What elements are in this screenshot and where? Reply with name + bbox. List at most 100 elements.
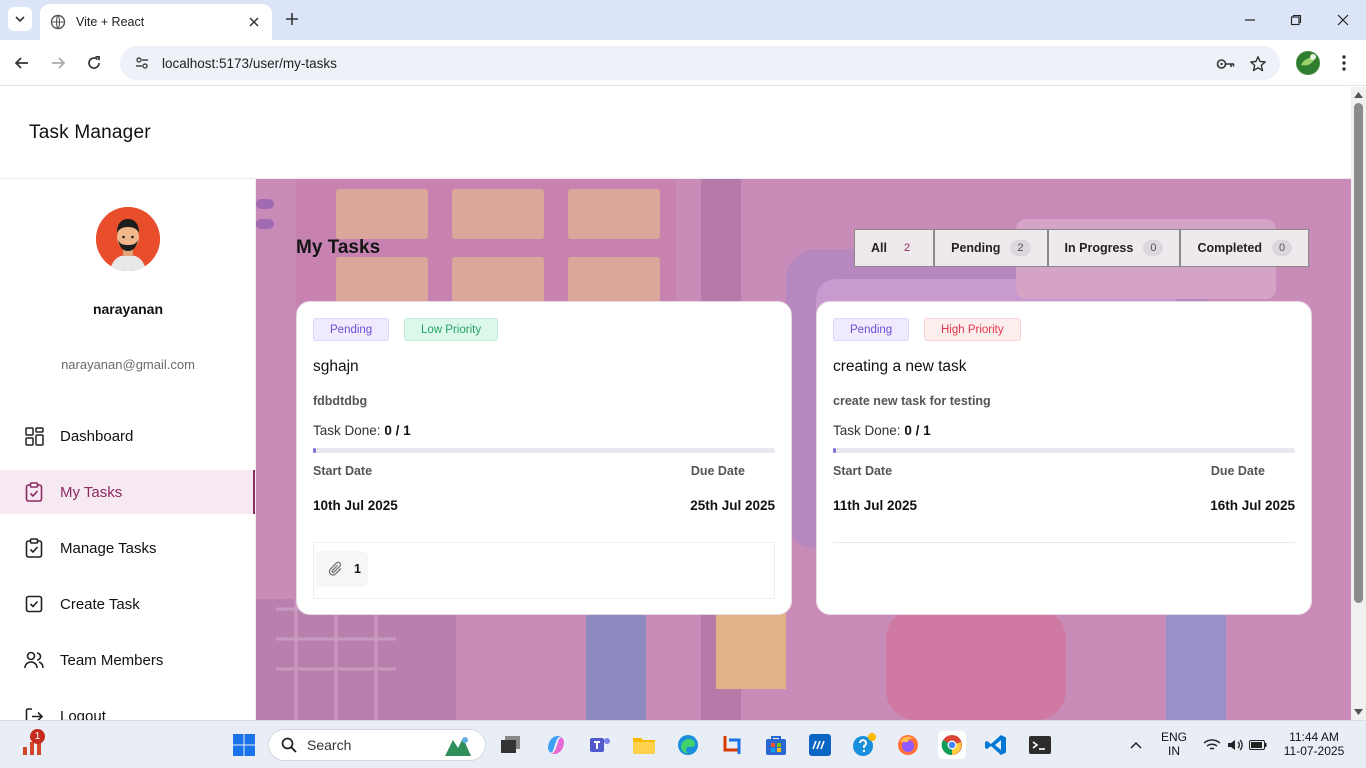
address-bar[interactable]: localhost:5173/user/my-tasks bbox=[120, 46, 1280, 80]
tab-pending[interactable]: Pending 2 bbox=[934, 229, 1048, 267]
search-icon bbox=[281, 737, 297, 753]
reload-icon bbox=[88, 55, 100, 69]
attachments-button[interactable]: 1 bbox=[316, 551, 368, 587]
task-done-value: 0 / 1 bbox=[904, 423, 931, 438]
close-icon bbox=[249, 17, 259, 27]
sidebar-item-create-task[interactable]: Create Task bbox=[0, 582, 255, 626]
start-button[interactable] bbox=[230, 731, 258, 759]
tab-title: Vite + React bbox=[76, 15, 145, 29]
square-check-icon bbox=[24, 594, 44, 614]
start-date-value: 10th Jul 2025 bbox=[313, 498, 398, 513]
paperclip-icon bbox=[328, 561, 342, 576]
language-indicator[interactable]: ENG IN bbox=[1156, 730, 1192, 758]
copilot-button[interactable] bbox=[542, 731, 570, 759]
wifi-icon bbox=[1203, 739, 1221, 750]
scroll-up-icon[interactable] bbox=[1354, 91, 1363, 99]
battery-icon bbox=[1249, 740, 1267, 750]
terminal-button[interactable] bbox=[1026, 731, 1054, 759]
kebab-menu-icon bbox=[1342, 55, 1346, 71]
store-button[interactable] bbox=[762, 731, 790, 759]
app-title: Task Manager bbox=[29, 122, 151, 143]
start-date-label: Start Date bbox=[833, 464, 893, 478]
region-code: IN bbox=[1168, 744, 1180, 758]
profile-avatar-button[interactable] bbox=[1296, 51, 1320, 75]
user-avatar bbox=[96, 207, 160, 271]
close-icon bbox=[1337, 14, 1349, 26]
myhp-icon bbox=[809, 734, 831, 756]
bookmark-button[interactable] bbox=[1248, 54, 1268, 74]
clock[interactable]: 11:44 AM 11-07-2025 bbox=[1276, 730, 1352, 758]
attachment-count: 1 bbox=[354, 562, 361, 576]
sidebar-item-label: Dashboard bbox=[60, 427, 134, 445]
minimize-icon bbox=[1245, 19, 1255, 21]
edge-icon bbox=[678, 735, 698, 755]
task-progress-fill bbox=[313, 448, 316, 453]
scroll-down-icon[interactable] bbox=[1354, 708, 1363, 716]
teams-button[interactable] bbox=[586, 731, 614, 759]
show-hidden-icons-button[interactable] bbox=[1122, 731, 1150, 759]
sidebar-item-team-members[interactable]: Team Members bbox=[0, 638, 255, 682]
snipping-tool-button[interactable] bbox=[718, 731, 746, 759]
file-explorer-button[interactable] bbox=[630, 731, 658, 759]
edge-button[interactable] bbox=[674, 731, 702, 759]
task-view-button[interactable] bbox=[497, 731, 525, 759]
myhp-button[interactable] bbox=[806, 731, 834, 759]
task-progress-bar bbox=[833, 448, 1295, 453]
page-title: My Tasks bbox=[296, 237, 381, 258]
sidebar-item-label: My Tasks bbox=[60, 483, 123, 501]
tab-count: 2 bbox=[1010, 240, 1031, 256]
help-button[interactable] bbox=[850, 731, 878, 759]
restore-button[interactable] bbox=[1286, 10, 1306, 30]
status-filter-tabs: All 2 Pending 2 In Progress 0 Completed … bbox=[854, 229, 1310, 267]
logout-icon bbox=[24, 706, 44, 720]
clipboard-check-icon bbox=[24, 482, 44, 502]
tab-all[interactable]: All 2 bbox=[854, 229, 935, 267]
back-button[interactable] bbox=[11, 52, 33, 74]
site-info-icon[interactable] bbox=[134, 55, 150, 71]
page-scrollbar[interactable] bbox=[1351, 87, 1366, 720]
tab-label: Pending bbox=[951, 241, 1001, 255]
task-card[interactable]: Pending Low Priority sghajn fdbdtdbg Tas… bbox=[296, 301, 792, 615]
browser-menu-button[interactable] bbox=[1334, 52, 1354, 74]
tab-count: 0 bbox=[1143, 240, 1164, 256]
browser-tab[interactable]: Vite + React bbox=[40, 4, 272, 40]
star-icon bbox=[1250, 56, 1266, 72]
start-date-value: 11th Jul 2025 bbox=[833, 498, 918, 513]
firefox-icon bbox=[898, 735, 918, 755]
tab-search-button[interactable] bbox=[8, 7, 32, 31]
new-tab-button[interactable] bbox=[283, 10, 301, 28]
close-window-button[interactable] bbox=[1333, 10, 1353, 30]
url-text[interactable]: localhost:5173/user/my-tasks bbox=[162, 56, 337, 71]
task-card[interactable]: Pending High Priority creating a new tas… bbox=[816, 301, 1312, 615]
scrollbar-thumb[interactable] bbox=[1354, 103, 1363, 603]
task-done-label: Task Done: bbox=[313, 423, 381, 438]
minimize-button[interactable] bbox=[1240, 10, 1260, 30]
folder-icon bbox=[633, 738, 655, 754]
tab-count: 0 bbox=[1272, 240, 1293, 256]
sidebar-item-logout[interactable]: Logout bbox=[0, 694, 255, 720]
password-key-button[interactable] bbox=[1216, 54, 1236, 74]
snipping-icon bbox=[723, 736, 741, 754]
reload-button[interactable] bbox=[83, 52, 105, 74]
sidebar-item-my-tasks[interactable]: My Tasks bbox=[0, 470, 255, 514]
key-icon bbox=[1216, 59, 1235, 69]
tab-in-progress[interactable]: In Progress 0 bbox=[1047, 229, 1181, 267]
firefox-button[interactable] bbox=[894, 731, 922, 759]
sidebar-item-manage-tasks[interactable]: Manage Tasks bbox=[0, 526, 255, 570]
tab-completed[interactable]: Completed 0 bbox=[1180, 229, 1310, 267]
main-content: My Tasks All 2 Pending 2 In Progress 0 C… bbox=[256, 179, 1351, 720]
tab-label: Completed bbox=[1197, 241, 1263, 255]
users-icon bbox=[24, 650, 44, 670]
system-tray-status[interactable] bbox=[1198, 731, 1272, 759]
taskbar-search[interactable]: Search bbox=[268, 729, 486, 761]
globe-icon bbox=[50, 14, 66, 30]
search-highlight-icon bbox=[445, 737, 471, 756]
search-placeholder: Search bbox=[307, 737, 352, 753]
sidebar-item-dashboard[interactable]: Dashboard bbox=[0, 414, 255, 458]
chrome-button[interactable] bbox=[938, 731, 966, 759]
forward-button[interactable] bbox=[47, 52, 69, 74]
sidebar-item-label: Team Members bbox=[60, 651, 164, 669]
priority-badge: High Priority bbox=[924, 318, 1021, 341]
tab-close-button[interactable] bbox=[246, 14, 262, 30]
vscode-button[interactable] bbox=[982, 731, 1010, 759]
